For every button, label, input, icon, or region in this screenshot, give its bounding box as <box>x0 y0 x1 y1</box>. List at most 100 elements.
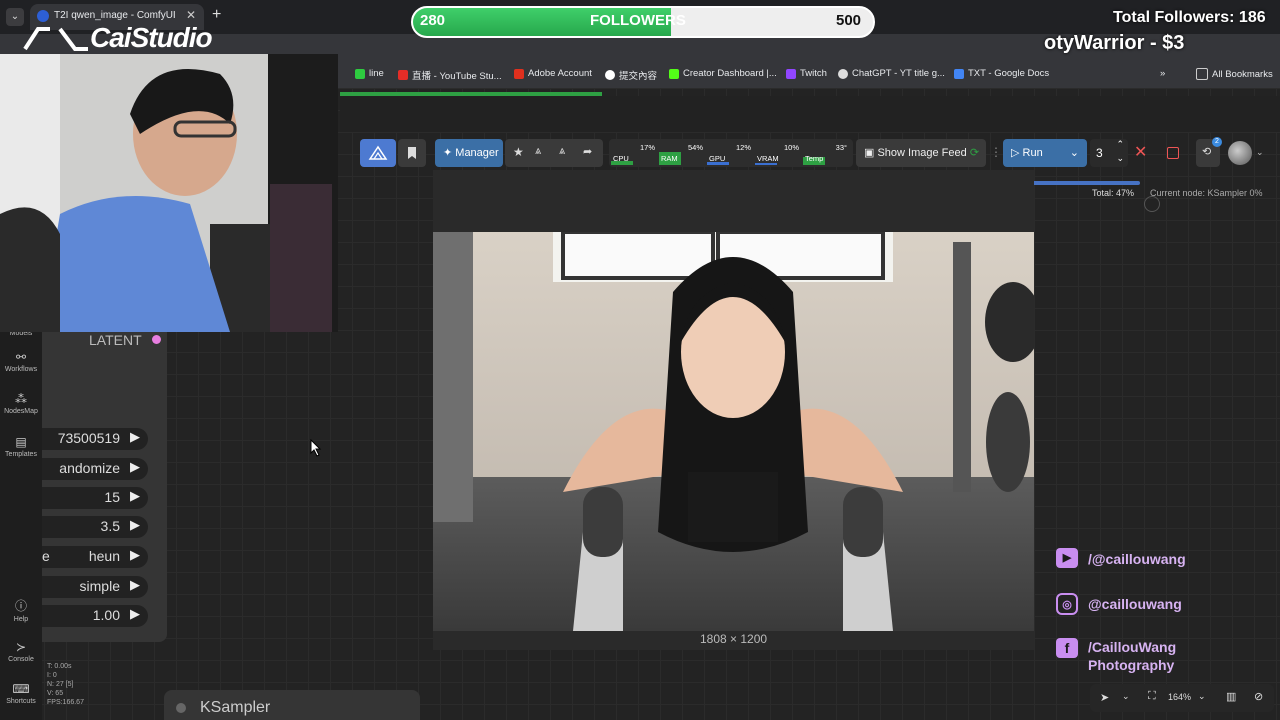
stop-button[interactable] <box>1162 139 1184 167</box>
monitor-value: 54% <box>687 143 703 152</box>
run-button[interactable]: ▷ Run ⌄ <box>1003 139 1087 167</box>
monitor-value: 17% <box>639 143 655 152</box>
facebook-icon: f <box>1056 638 1078 658</box>
play-icon[interactable]: ▶ <box>130 488 140 504</box>
bookmark-chatgpt[interactable]: ChatGPT - YT title g... <box>838 68 945 79</box>
monitor-ram: RAM 54% <box>659 141 703 165</box>
play-icon[interactable]: ▶ <box>130 429 140 445</box>
social-youtube: ▶ /@caillouwang <box>1056 548 1186 568</box>
denoise-widget[interactable]: 1.00 ▶ <box>42 605 148 627</box>
monitor-label: Temp <box>805 154 824 163</box>
drag-handle-icon[interactable]: ⋮ <box>990 145 1002 159</box>
bookmark-submit[interactable]: 提交內容 <box>605 68 657 82</box>
toolbar-icon-group: ★ ⩓ ⩓ ➦ <box>505 139 603 167</box>
bookmark-adobe[interactable]: Adobe Account <box>514 68 592 79</box>
show-image-feed-button[interactable]: ▣ Show Image Feed ⟳ <box>856 139 986 167</box>
bookmark-youtube-studio[interactable]: 直播 - YouTube Stu... <box>398 68 502 82</box>
cancel-button[interactable]: ✕ <box>1134 139 1154 167</box>
social-handle: /CaillouWang Photography <box>1088 639 1177 673</box>
manager-button[interactable]: ✦ Manager <box>435 139 503 167</box>
run-label: Run <box>1022 147 1043 159</box>
latent-output-slot[interactable] <box>152 335 161 344</box>
play-icon[interactable]: ▶ <box>130 547 140 563</box>
play-icon[interactable]: ▶ <box>130 517 140 533</box>
monitor-vram: VRAM 10% <box>755 141 799 165</box>
seed-widget[interactable]: 73500519 ▶ <box>42 428 148 450</box>
page-load-progress <box>340 92 602 96</box>
bookmark-label: ChatGPT - YT title g... <box>852 68 945 79</box>
image-icon: ▣ <box>864 147 875 159</box>
queue-history-button[interactable]: ⟲ 2 <box>1196 137 1222 167</box>
close-icon[interactable]: ✕ <box>186 8 196 22</box>
monitor-cpu: CPU 17% <box>611 141 655 165</box>
widget-value: heun <box>88 548 120 564</box>
stat-line: FPS:166.67 <box>47 699 84 706</box>
sidebar-item-label: Shortcuts <box>6 698 36 705</box>
sidebar-item-help[interactable]: ⓘ Help <box>0 597 42 623</box>
workflow-icon: ⚯ <box>15 350 27 364</box>
stat-line: N: 27 [5] <box>47 681 74 688</box>
help-icon: ⓘ <box>14 599 27 613</box>
play-icon[interactable]: ▶ <box>130 606 140 622</box>
stepper-arrows-icon[interactable]: ⌃ ⌄ <box>1116 137 1124 165</box>
user-avatar[interactable] <box>1228 141 1252 165</box>
social-facebook: f /CaillouWang Photography <box>1056 638 1218 674</box>
scheduler-widget[interactable]: simple ▶ <box>42 576 148 598</box>
sidebar-item-templates[interactable]: ▤ Templates <box>0 435 42 458</box>
bookmark-line[interactable]: line <box>355 68 384 79</box>
play-icon[interactable]: ▶ <box>130 459 140 475</box>
fit-view-icon[interactable]: ⛶ <box>1148 690 1156 703</box>
model-alt-icon[interactable]: ⩓ <box>559 145 565 158</box>
bookmark-label: Adobe Account <box>528 68 592 79</box>
select-cursor-icon[interactable]: ➤ <box>1100 691 1109 704</box>
chevron-down-icon[interactable]: ⌄ <box>1256 147 1264 158</box>
widget-label: e <box>42 548 50 564</box>
bookmark-label: 直播 - YouTube Stu... <box>412 71 502 82</box>
chevron-down-icon[interactable]: ⌄ <box>1070 139 1079 167</box>
node-collapse-dot[interactable] <box>176 703 186 713</box>
steps-widget[interactable]: 15 ▶ <box>42 487 148 509</box>
sidebar-item-nodesmap[interactable]: ⁂ NodesMap <box>0 392 42 415</box>
ksampler-title: KSampler <box>200 699 271 716</box>
zoom-level[interactable]: 164% <box>1168 692 1191 702</box>
play-icon[interactable]: ▶ <box>130 577 140 593</box>
all-bookmarks[interactable]: All Bookmarks <box>1196 68 1273 80</box>
sidebar-item-label: Workflows <box>4 366 38 373</box>
latent-output-label: LATENT <box>89 332 142 348</box>
comfyui-top-strip <box>340 96 1280 132</box>
new-tab-button[interactable]: + <box>212 6 221 24</box>
bookmark-creator-dashboard[interactable]: Creator Dashboard |... <box>669 68 777 79</box>
image-size-label: 1808 × 1200 <box>700 632 768 646</box>
comfy-logo-button[interactable] <box>360 139 396 167</box>
manager-label: Manager <box>455 147 499 159</box>
stat-line: T: 0.00s <box>47 663 72 670</box>
donation-ticker: otyWarrior - $3 <box>1044 32 1185 54</box>
widget-value: simple <box>79 578 120 594</box>
refresh-icon: ⟳ <box>969 147 980 159</box>
webcam-image <box>0 54 338 332</box>
generated-image[interactable] <box>433 232 1034 631</box>
monitor-value: 12% <box>735 143 751 152</box>
model-icon[interactable]: ⩓ <box>535 145 541 158</box>
link-visibility-icon[interactable]: ⊘ <box>1254 690 1263 703</box>
sidebar-item-workflows[interactable]: ⚯ Workflows <box>0 350 42 373</box>
resource-monitor: CPU 17% RAM 54% GPU 12% VRAM 10% Temp 33° <box>609 139 853 167</box>
chevron-down-icon[interactable]: ⌄ <box>1122 691 1130 702</box>
star-icon[interactable]: ★ <box>513 145 524 159</box>
sidebar-item-console[interactable]: ≻ Console <box>0 640 42 663</box>
sidebar-item-shortcuts[interactable]: ⌨ Shortcuts <box>0 682 42 705</box>
minimap-icon[interactable]: ▥ <box>1226 690 1236 703</box>
bookmark-button[interactable] <box>398 139 426 167</box>
run-count-stepper[interactable]: 3 ⌃ ⌄ <box>1090 139 1128 167</box>
control-after-generate-widget[interactable]: andomize ▶ <box>42 458 148 480</box>
sidebar-item-label: Templates <box>5 451 37 458</box>
bookmarks-overflow-icon[interactable]: » <box>1160 68 1165 79</box>
chevron-down-icon[interactable]: ⌄ <box>1198 691 1206 702</box>
sampler-name-widget[interactable]: e heun ▶ <box>42 546 148 568</box>
bookmark-twitch[interactable]: Twitch <box>786 68 827 79</box>
bookmark-google-docs[interactable]: TXT - Google Docs <box>954 68 1049 79</box>
cfg-widget[interactable]: 3.5 ▶ <box>42 516 148 538</box>
sidebar-item-label: NodesMap <box>4 408 38 415</box>
share-icon[interactable]: ➦ <box>583 145 592 158</box>
play-icon: ▷ <box>1011 147 1020 159</box>
